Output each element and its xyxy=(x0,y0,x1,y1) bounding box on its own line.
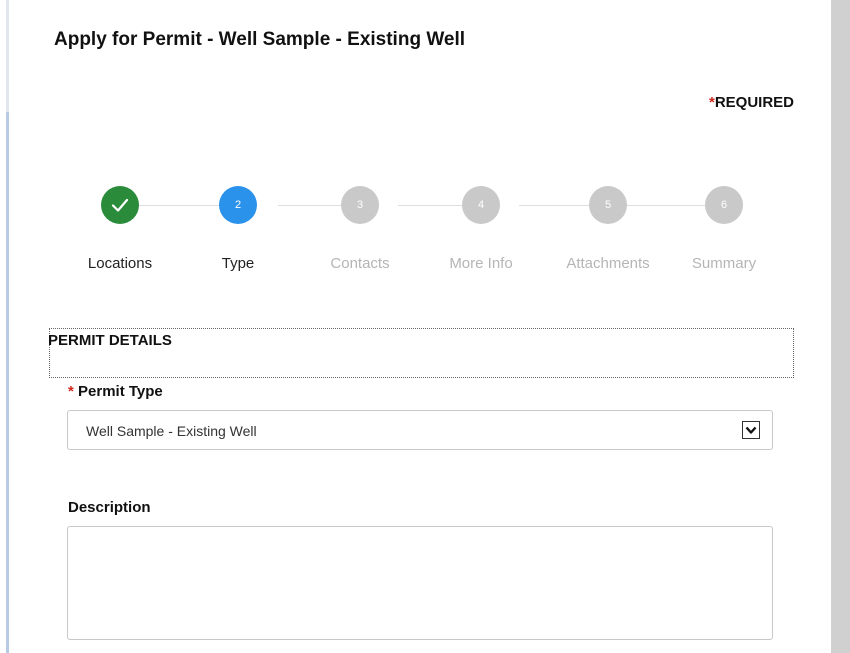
required-star: * xyxy=(68,383,74,400)
scrollbar-track[interactable] xyxy=(831,0,850,653)
section-title: PERMIT DETAILS xyxy=(48,332,172,349)
step-label: Locations xyxy=(87,255,153,272)
permit-type-select[interactable]: Well Sample - Existing Well xyxy=(67,410,773,450)
required-text: REQUIRED xyxy=(714,94,794,111)
chevron-down-icon[interactable] xyxy=(742,421,760,439)
step-circle: 5 xyxy=(589,186,627,224)
step-locations[interactable]: Locations xyxy=(60,186,180,272)
step-label: More Info xyxy=(449,255,513,272)
progress-stepper: Locations 2 Type 3 Contacts 4 More Info … xyxy=(60,186,790,276)
step-more-info[interactable]: 4 More Info xyxy=(421,186,541,272)
step-summary[interactable]: 6 Summary xyxy=(664,186,784,272)
left-rail-accent xyxy=(6,112,9,653)
step-label: Contacts xyxy=(330,255,390,272)
step-circle: 4 xyxy=(462,186,500,224)
step-label: Summary xyxy=(691,255,757,272)
description-label: Description xyxy=(68,499,151,516)
permit-type-label: * Permit Type xyxy=(68,383,163,400)
page-title: Apply for Permit - Well Sample - Existin… xyxy=(54,29,466,50)
step-label: Attachments xyxy=(566,255,650,272)
step-label: Type xyxy=(221,255,255,272)
step-circle: 2 xyxy=(219,186,257,224)
permit-type-label-text: Permit Type xyxy=(78,383,163,400)
required-note: *REQUIRED xyxy=(709,94,794,111)
permit-application-page: Apply for Permit - Well Sample - Existin… xyxy=(0,0,850,653)
permit-type-value: Well Sample - Existing Well xyxy=(86,423,257,439)
step-circle: 3 xyxy=(341,186,379,224)
step-contacts[interactable]: 3 Contacts xyxy=(300,186,420,272)
step-type[interactable]: 2 Type xyxy=(178,186,298,272)
description-textarea[interactable] xyxy=(67,526,773,640)
checkmark-icon xyxy=(111,198,129,212)
step-attachments[interactable]: 5 Attachments xyxy=(548,186,668,272)
step-circle: 6 xyxy=(705,186,743,224)
step-circle xyxy=(101,186,139,224)
